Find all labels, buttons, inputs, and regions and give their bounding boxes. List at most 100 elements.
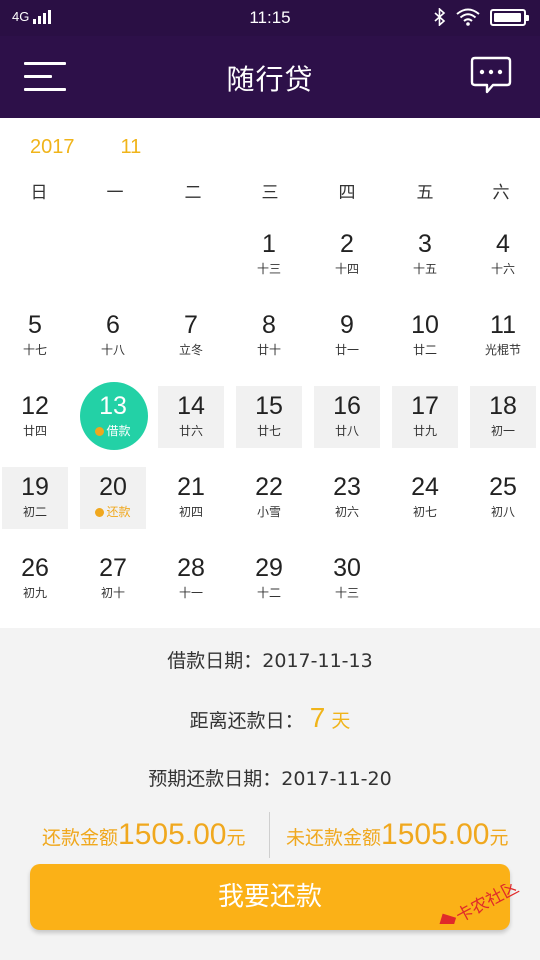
lunar-label: 初八: [490, 505, 515, 519]
month-header: 2017 11: [30, 136, 141, 159]
calendar-day[interactable]: 19 初二: [2, 467, 68, 529]
month-label: 11: [120, 136, 142, 158]
day-number: 15: [255, 392, 283, 420]
battery-level: [494, 12, 521, 22]
calendar-day[interactable]: 8 廿十: [236, 305, 302, 367]
day-number: 29: [255, 554, 283, 582]
calendar-day[interactable]: 7 立冬: [158, 305, 224, 367]
calendar-day[interactable]: 15 廿七: [236, 386, 302, 448]
calendar-day[interactable]: 26 初九: [2, 548, 68, 610]
weekday-label: 日: [30, 183, 48, 203]
event-dot-icon: [95, 427, 105, 436]
day-number: 10: [411, 311, 439, 339]
watermark-text: 卡农社区: [453, 884, 522, 924]
calendar-day[interactable]: 28 十一: [158, 548, 224, 610]
day-number: 18: [489, 392, 517, 420]
repay-amount-label: 还款金额: [42, 827, 119, 849]
calendar-day[interactable]: 2 十四: [314, 224, 380, 286]
calendar-day[interactable]: 6 十八: [80, 305, 146, 367]
lunar-label: 还款: [80, 505, 146, 519]
repay-amount-unit: 元: [226, 827, 246, 849]
day-number: 17: [411, 392, 439, 420]
calendar-day[interactable]: 20 还款: [80, 467, 146, 529]
app-bar: 随行贷: [0, 36, 540, 118]
lunar-label: 廿九: [412, 424, 437, 438]
calendar-day[interactable]: 11 光棍节: [470, 305, 536, 367]
calendar-day[interactable]: 22 小雪: [236, 467, 302, 529]
lunar-label: 光棍节: [484, 343, 521, 357]
event-dot-icon: [95, 508, 105, 517]
message-button[interactable]: [470, 56, 512, 96]
lunar-label: 廿二: [412, 343, 437, 357]
calendar-day[interactable]: 9 廿一: [314, 305, 380, 367]
lunar-label: 廿六: [178, 424, 203, 438]
calendar-day[interactable]: 5 十七: [2, 305, 68, 367]
lunar-label: 十三: [334, 586, 359, 600]
lunar-label: 初一: [490, 424, 515, 438]
lunar-label: 借款: [80, 424, 146, 438]
calendar-day[interactable]: 14 廿六: [158, 386, 224, 448]
days-left-unit: 天: [331, 710, 351, 732]
day-number: 11: [490, 311, 516, 339]
day-number: 8: [262, 311, 276, 339]
calendar-day[interactable]: 23 初六: [314, 467, 380, 529]
calendar-day[interactable]: 25 初八: [470, 467, 536, 529]
day-number: 7: [184, 311, 198, 339]
calendar-day[interactable]: 1 十三: [236, 224, 302, 286]
calendar-day[interactable]: 18 初一: [470, 386, 536, 448]
calendar-day[interactable]: 30 十三: [314, 548, 380, 610]
lunar-label: 十八: [100, 343, 125, 357]
day-number: 3: [418, 230, 432, 258]
lunar-label: 十六: [490, 262, 515, 276]
day-number: 9: [340, 311, 354, 339]
day-number: 12: [21, 392, 49, 420]
weekday-label: 二: [184, 183, 202, 203]
calendar-day[interactable]: 16 廿八: [314, 386, 380, 448]
lunar-label: 廿八: [334, 424, 359, 438]
day-number: 30: [333, 554, 361, 582]
day-number: 13: [99, 392, 127, 420]
calendar-day[interactable]: 13 借款: [80, 382, 148, 450]
lunar-label: 廿十: [256, 343, 281, 357]
repay-amount-value: 1505.00: [118, 818, 227, 851]
calendar-day[interactable]: 29 十二: [236, 548, 302, 610]
event-label: 借款: [106, 424, 131, 438]
calendar-day[interactable]: 10 廿二: [392, 305, 458, 367]
unpaid-amount: 未还款金额1505.00元: [286, 818, 508, 852]
lunar-label: 十三: [256, 262, 281, 276]
lunar-label: 廿七: [256, 424, 281, 438]
lunar-label: 初六: [334, 505, 359, 519]
calendar-day[interactable]: 4 十六: [470, 224, 536, 286]
calendar-day[interactable]: 17 廿九: [392, 386, 458, 448]
day-number: 19: [21, 473, 49, 501]
calendar-day[interactable]: 12 廿四: [2, 386, 68, 448]
calendar-day[interactable]: 24 初七: [392, 467, 458, 529]
day-number: 6: [106, 311, 120, 339]
status-icons: [434, 8, 529, 26]
weekday-label: 四: [338, 183, 356, 203]
day-number: 2: [340, 230, 354, 258]
lunar-label: 十二: [256, 586, 281, 600]
day-number: 21: [177, 473, 205, 501]
event-label: 还款: [106, 505, 131, 519]
day-number: 16: [333, 392, 361, 420]
lunar-label: 初七: [412, 505, 437, 519]
unpaid-amount-unit: 元: [489, 827, 509, 849]
weekday-header: 日一二三四五六: [0, 178, 540, 203]
calendar-day[interactable]: 27 初十: [80, 548, 146, 610]
day-number: 5: [28, 311, 42, 339]
loan-date-line: 借款日期：2017-11-13: [0, 646, 540, 673]
lunar-label: 初十: [100, 586, 125, 600]
lunar-label: 初二: [22, 505, 47, 519]
day-number: 25: [489, 473, 517, 501]
due-date-value: 2017-11-20: [281, 768, 392, 790]
page-title: 随行贷: [226, 63, 314, 96]
calendar-day[interactable]: 3 十五: [392, 224, 458, 286]
days-left-line: 距离还款日： 7 天: [0, 702, 540, 734]
weekday-label: 六: [492, 183, 510, 203]
lunar-label: 初四: [178, 505, 203, 519]
lunar-label: 初九: [22, 586, 47, 600]
unpaid-amount-label: 未还款金额: [286, 827, 382, 849]
unpaid-amount-value: 1505.00: [381, 818, 490, 851]
calendar-day[interactable]: 21 初四: [158, 467, 224, 529]
